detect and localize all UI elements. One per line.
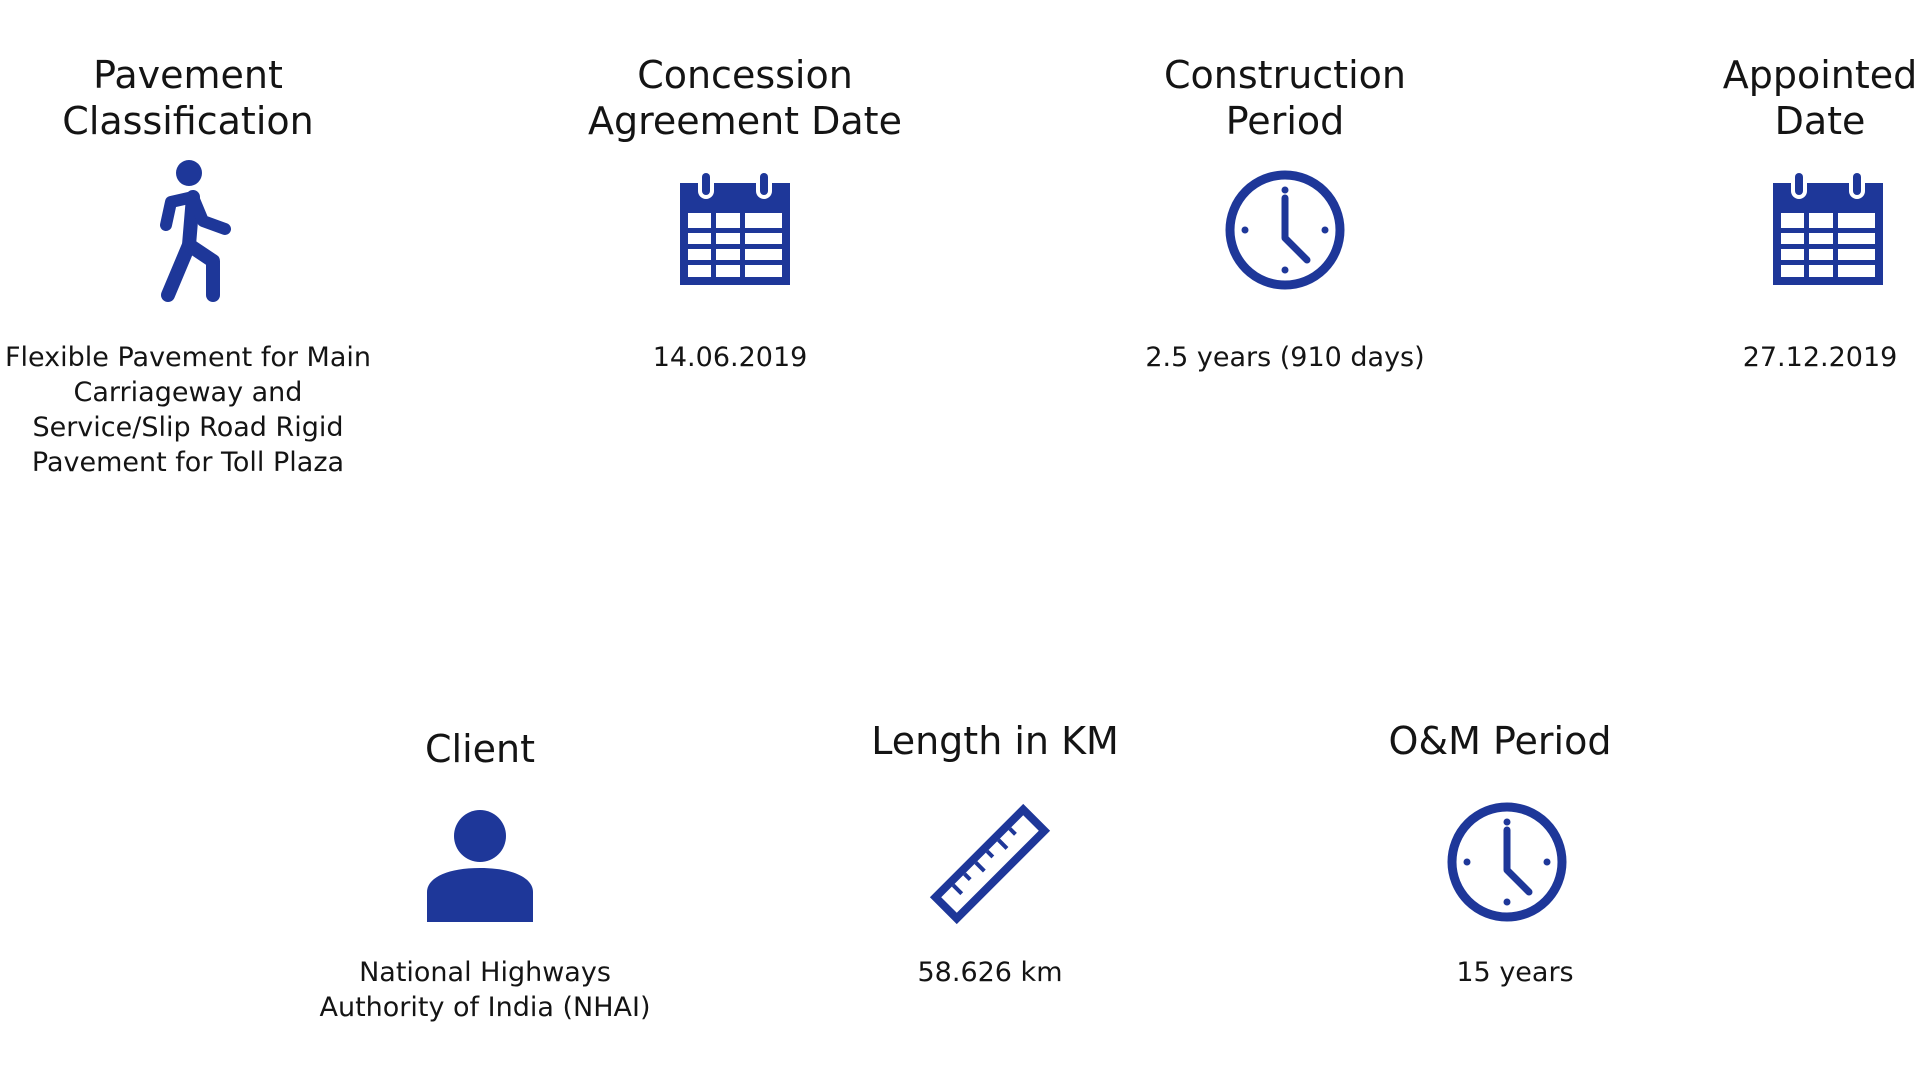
client-card: Client National Highways Authority of In… (300, 700, 670, 1060)
pavement-classification-title: Pavement Classification (62, 53, 314, 143)
concession-agreement-date-card: Concession Agreement Date 14.06.2019 (560, 0, 930, 400)
concession-agreement-date-title: Concession Agreement Date (588, 53, 902, 143)
person-icon (427, 810, 533, 922)
clock-icon (1225, 170, 1345, 290)
length-title: Length in KM (871, 719, 1119, 763)
ruler-icon (929, 803, 1051, 925)
client-title: Client (424, 727, 535, 771)
calendar-icon (1773, 173, 1883, 285)
appointed-date-title: Appointed Date (1722, 53, 1918, 143)
concession-agreement-date-value: 14.06.2019 (652, 342, 808, 373)
walking-person-icon (160, 160, 231, 302)
client-value: National Highways Authority of India (NH… (319, 957, 651, 1023)
om-period-title: O&M Period (1388, 719, 1612, 763)
construction-period-value: 2.5 years (910 days) (1145, 342, 1425, 373)
construction-period-card: Construction Period 2.5 years (910 days) (1100, 0, 1470, 400)
construction-period-title: Construction Period (1164, 53, 1406, 143)
appointed-date-card: Appointed Date 27.12.2019 (1720, 0, 1920, 400)
length-value: 58.626 km (917, 957, 1063, 988)
appointed-date-value: 27.12.2019 (1742, 342, 1898, 373)
pavement-classification-value: Flexible Pavement for Main Carriageway a… (4, 342, 372, 478)
om-period-card: O&M Period 15 years (1320, 700, 1690, 1060)
pavement-classification-card: Pavement Classification Flexible Pavemen… (0, 0, 380, 500)
om-period-value: 15 years (1456, 957, 1574, 988)
clock-icon (1447, 802, 1567, 922)
calendar-icon (680, 173, 790, 285)
length-card: Length in KM 58.626 km (810, 700, 1180, 1060)
